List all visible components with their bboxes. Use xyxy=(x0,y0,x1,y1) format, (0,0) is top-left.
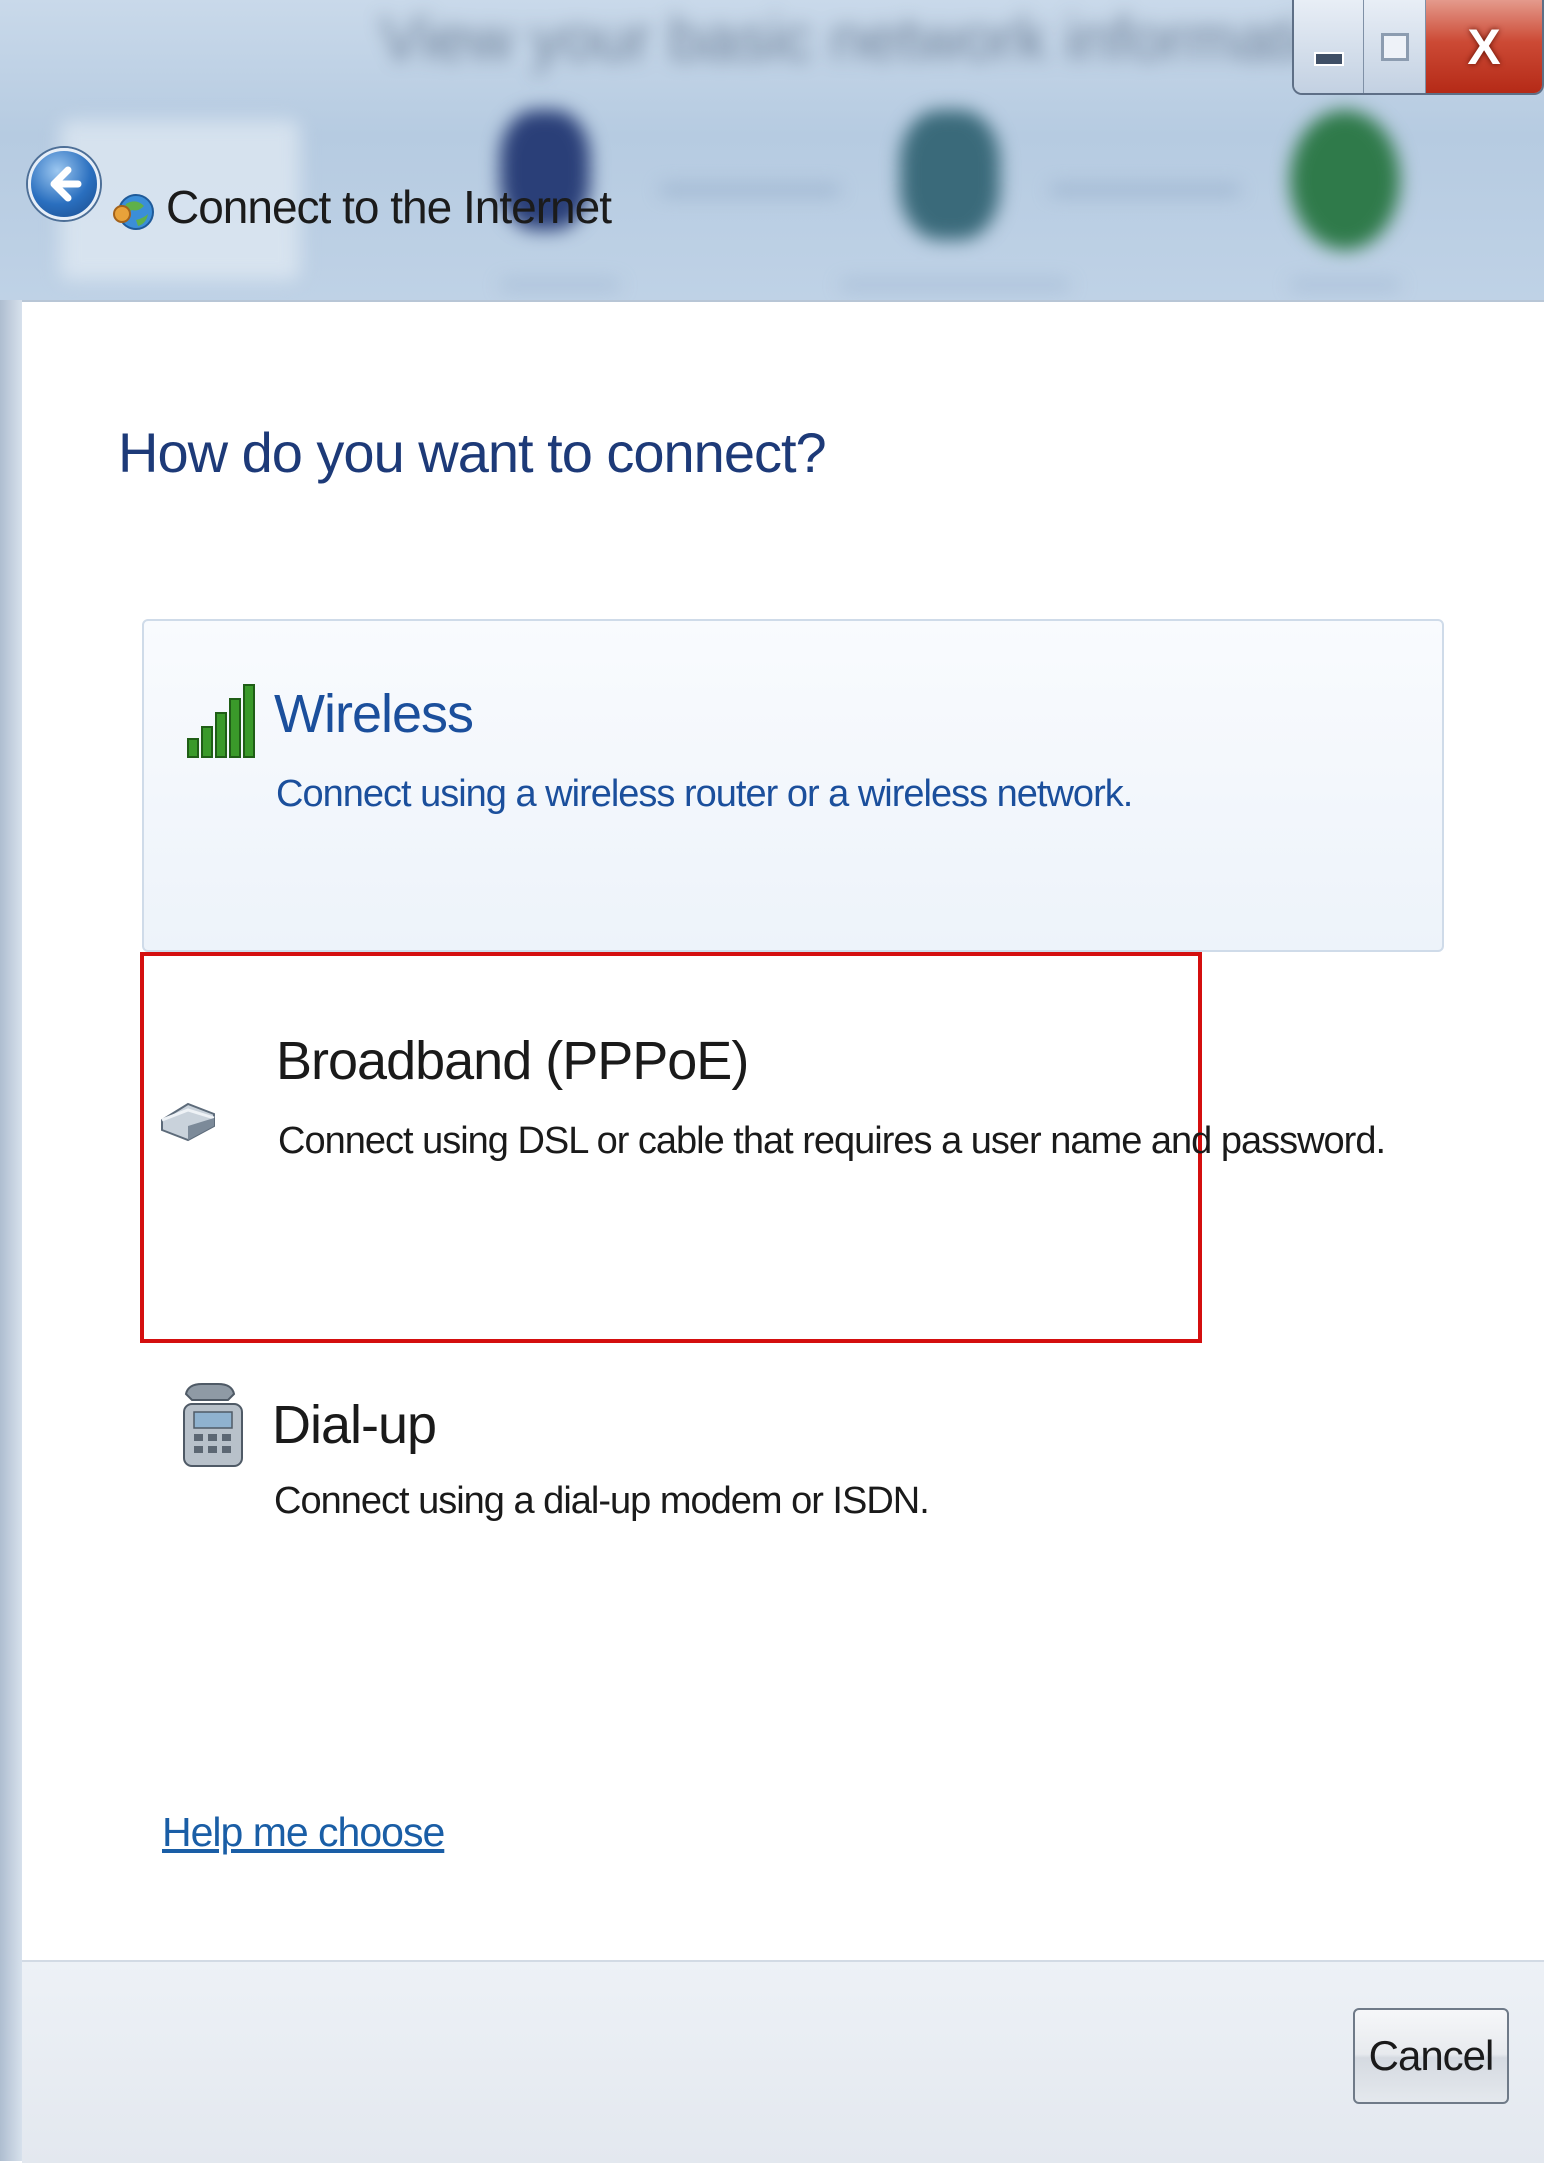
wizard-content: How do you want to connect? Wireless Con… xyxy=(22,300,1544,1962)
option-title: Dial-up xyxy=(272,1395,437,1455)
help-me-choose-link[interactable]: Help me choose xyxy=(162,1809,445,1856)
close-icon: X xyxy=(1467,18,1501,75)
option-title: Broadband (PPPoE) xyxy=(276,1031,749,1091)
minimize-icon xyxy=(1313,51,1344,66)
back-arrow-icon xyxy=(50,166,82,202)
back-button[interactable] xyxy=(28,148,100,220)
option-description: Connect using a wireless router or a wir… xyxy=(276,773,1133,815)
option-dial-up[interactable]: Dial-up Connect using a dial-up modem or… xyxy=(142,1362,1202,1622)
telephone-icon xyxy=(183,1383,243,1467)
window-left-border xyxy=(0,300,22,2161)
option-description: Connect using a dial-up modem or ISDN. xyxy=(274,1480,930,1522)
close-button[interactable]: X xyxy=(1426,0,1542,93)
maximize-icon xyxy=(1380,32,1409,61)
maximize-button[interactable] xyxy=(1364,0,1426,93)
option-broadband-pppoe[interactable]: Broadband (PPPoE) Connect using DSL or c… xyxy=(140,952,1386,1343)
wizard-title: Connect to the Internet xyxy=(166,181,612,233)
option-description: Connect using DSL or cable that requires… xyxy=(278,1120,1386,1162)
signal-bars-icon xyxy=(187,684,255,758)
page-heading: How do you want to connect? xyxy=(118,421,827,484)
wizard-footer: Cancel xyxy=(22,1960,1544,2163)
option-wireless[interactable]: Wireless Connect using a wireless router… xyxy=(142,619,1444,952)
title-bar: View your basic network information and … xyxy=(0,0,1544,300)
cancel-button[interactable]: Cancel xyxy=(1353,2008,1509,2104)
option-title: Wireless xyxy=(274,684,474,744)
window-controls: X xyxy=(1292,0,1544,95)
minimize-button[interactable] xyxy=(1294,0,1364,93)
modem-icon xyxy=(161,1102,215,1142)
network-globe-icon xyxy=(113,194,154,230)
